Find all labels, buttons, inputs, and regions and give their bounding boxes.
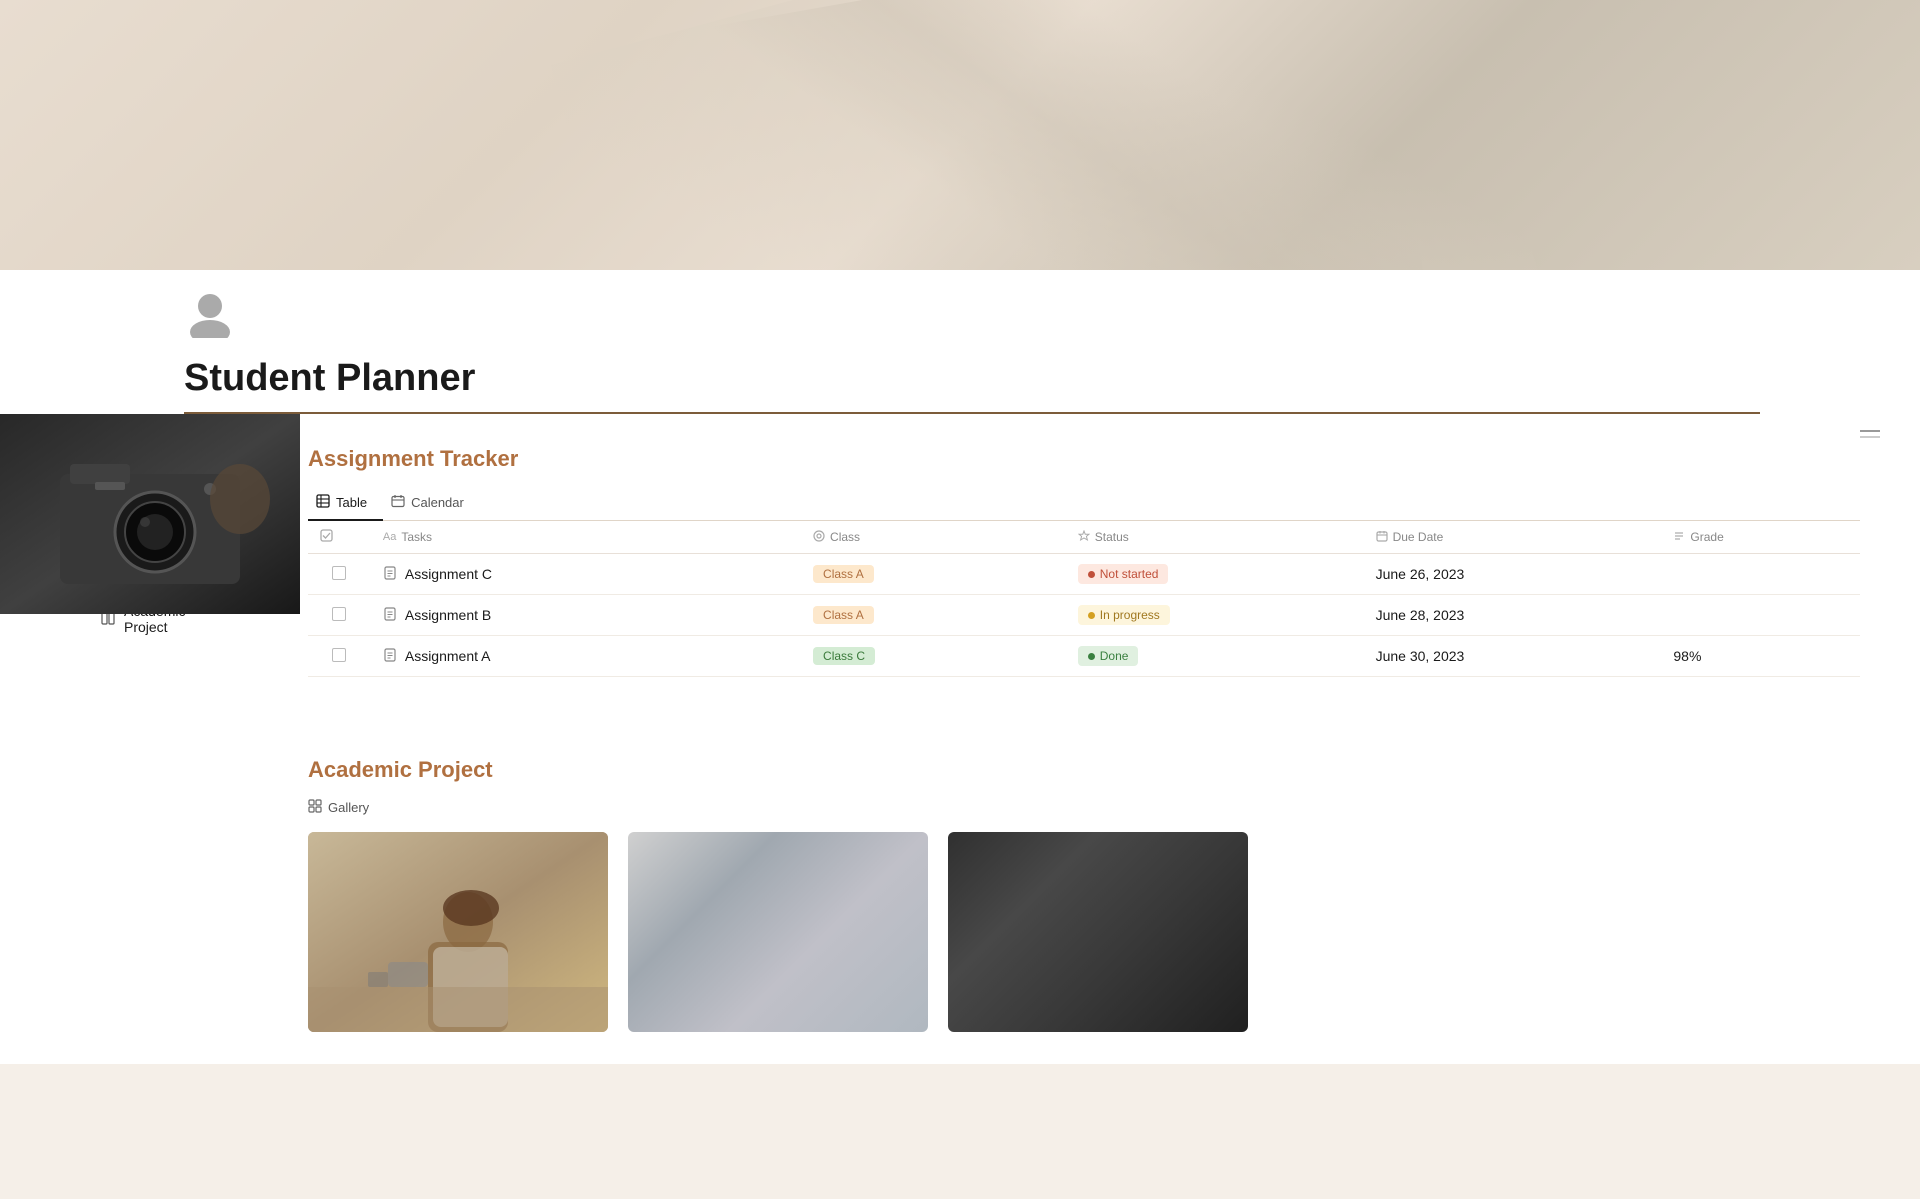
assignments-table: Aa Tasks <box>308 521 1860 677</box>
table-row: Assignment A Class C Done June 30, 2023 … <box>308 636 1860 677</box>
table-icon <box>316 494 330 511</box>
row-duedate-cell: June 30, 2023 <box>1364 636 1662 677</box>
col-header-class: Class <box>801 521 1066 554</box>
page-wrapper: Student Planner Schedule <box>0 0 1920 1199</box>
gallery-item-3 <box>948 832 1248 1032</box>
task-name[interactable]: Assignment A <box>405 648 491 664</box>
row-task-cell: Assignment C <box>371 554 801 595</box>
status-badge[interactable]: Not started <box>1078 564 1169 584</box>
table-row: Assignment B Class A In progress June 28… <box>308 595 1860 636</box>
page-title-section: Student Planner <box>0 270 1920 414</box>
task-row-icon <box>383 607 397 624</box>
main-content: Schedule Courses Notebooks <box>0 414 1920 1064</box>
grade-value: 98% <box>1673 648 1701 664</box>
content-body: Assignment Tracker <box>260 414 1920 1064</box>
row-status-cell: Not started <box>1066 554 1364 595</box>
class-col-label: Class <box>830 530 860 544</box>
scroll-btn-1[interactable] <box>1860 430 1880 432</box>
gallery-row: Gallery <box>308 799 1860 816</box>
grade-col-label: Grade <box>1690 530 1723 544</box>
academic-project-title: Academic Project <box>308 757 1860 783</box>
col-header-tasks: Aa Tasks <box>371 521 801 554</box>
tasks-col-label: Tasks <box>401 530 432 544</box>
row-grade-cell <box>1661 595 1860 636</box>
row-checkbox[interactable] <box>332 566 346 580</box>
checkbox-col-icon <box>320 531 333 545</box>
scroll-controls <box>1860 430 1880 438</box>
row-status-cell: In progress <box>1066 595 1364 636</box>
status-badge[interactable]: Done <box>1078 646 1139 666</box>
scroll-btn-2[interactable] <box>1860 436 1880 438</box>
row-duedate-cell: June 28, 2023 <box>1364 595 1662 636</box>
status-col-icon <box>1078 530 1090 545</box>
row-class-cell: Class A <box>801 595 1066 636</box>
gallery-item-1 <box>308 832 608 1032</box>
assignment-tracker-title: Assignment Tracker <box>308 446 1860 472</box>
grade-col-icon <box>1673 530 1685 545</box>
row-checkbox[interactable] <box>332 648 346 662</box>
photo-camera <box>948 832 1248 1032</box>
due-date-value: June 26, 2023 <box>1376 566 1465 582</box>
calendar-icon <box>391 494 405 511</box>
duedate-col-icon <box>1376 530 1388 545</box>
hero-banner <box>0 0 1920 270</box>
tab-table-label: Table <box>336 495 367 510</box>
status-dot <box>1088 612 1095 619</box>
assignment-tracker-section: Assignment Tracker <box>308 446 1860 717</box>
row-status-cell: Done <box>1066 636 1364 677</box>
row-grade-cell: 98% <box>1661 636 1860 677</box>
status-badge[interactable]: In progress <box>1078 605 1170 625</box>
tab-calendar-label: Calendar <box>411 495 464 510</box>
row-task-cell: Assignment B <box>371 595 801 636</box>
task-row-icon <box>383 566 397 583</box>
row-class-cell: Class C <box>801 636 1066 677</box>
row-checkbox[interactable] <box>332 607 346 621</box>
header-content-divider: Student Planner Schedule <box>0 270 1920 1064</box>
row-checkbox-cell <box>308 554 371 595</box>
tabs-row: Table Calendar <box>308 488 1860 521</box>
status-dot <box>1088 571 1095 578</box>
class-col-icon <box>813 530 825 545</box>
academic-project-section: Academic Project Gallery <box>308 757 1860 1032</box>
gallery-item-2 <box>628 832 928 1032</box>
table-row: Assignment C Class A Not started June 26… <box>308 554 1860 595</box>
gallery-label: Gallery <box>328 800 369 815</box>
photo-scientist <box>628 832 928 1032</box>
row-grade-cell <box>1661 554 1860 595</box>
status-dot <box>1088 653 1095 660</box>
due-date-value: June 28, 2023 <box>1376 607 1465 623</box>
tab-table[interactable]: Table <box>308 488 383 521</box>
photo-lab-student <box>308 832 608 1032</box>
task-name[interactable]: Assignment C <box>405 566 492 582</box>
row-class-cell: Class A <box>801 554 1066 595</box>
row-duedate-cell: June 26, 2023 <box>1364 554 1662 595</box>
page-title: Student Planner <box>184 357 1760 400</box>
col-header-status: Status <box>1066 521 1364 554</box>
gallery-icon <box>308 799 322 816</box>
row-task-cell: Assignment A <box>371 636 801 677</box>
tab-calendar[interactable]: Calendar <box>383 488 480 521</box>
class-badge[interactable]: Class C <box>813 647 875 665</box>
status-col-label: Status <box>1095 530 1129 544</box>
duedate-col-label: Due Date <box>1393 530 1444 544</box>
col-header-checkbox <box>308 521 371 554</box>
class-badge[interactable]: Class A <box>813 606 874 624</box>
class-badge[interactable]: Class A <box>813 565 874 583</box>
col-header-duedate: Due Date <box>1364 521 1662 554</box>
gallery-items <box>308 832 1860 1032</box>
row-checkbox-cell <box>308 595 371 636</box>
task-row-icon <box>383 648 397 665</box>
row-checkbox-cell <box>308 636 371 677</box>
due-date-value: June 30, 2023 <box>1376 648 1465 664</box>
avatar <box>184 286 1760 351</box>
aa-icon: Aa <box>383 531 396 543</box>
task-name[interactable]: Assignment B <box>405 607 491 623</box>
col-header-grade: Grade <box>1661 521 1860 554</box>
